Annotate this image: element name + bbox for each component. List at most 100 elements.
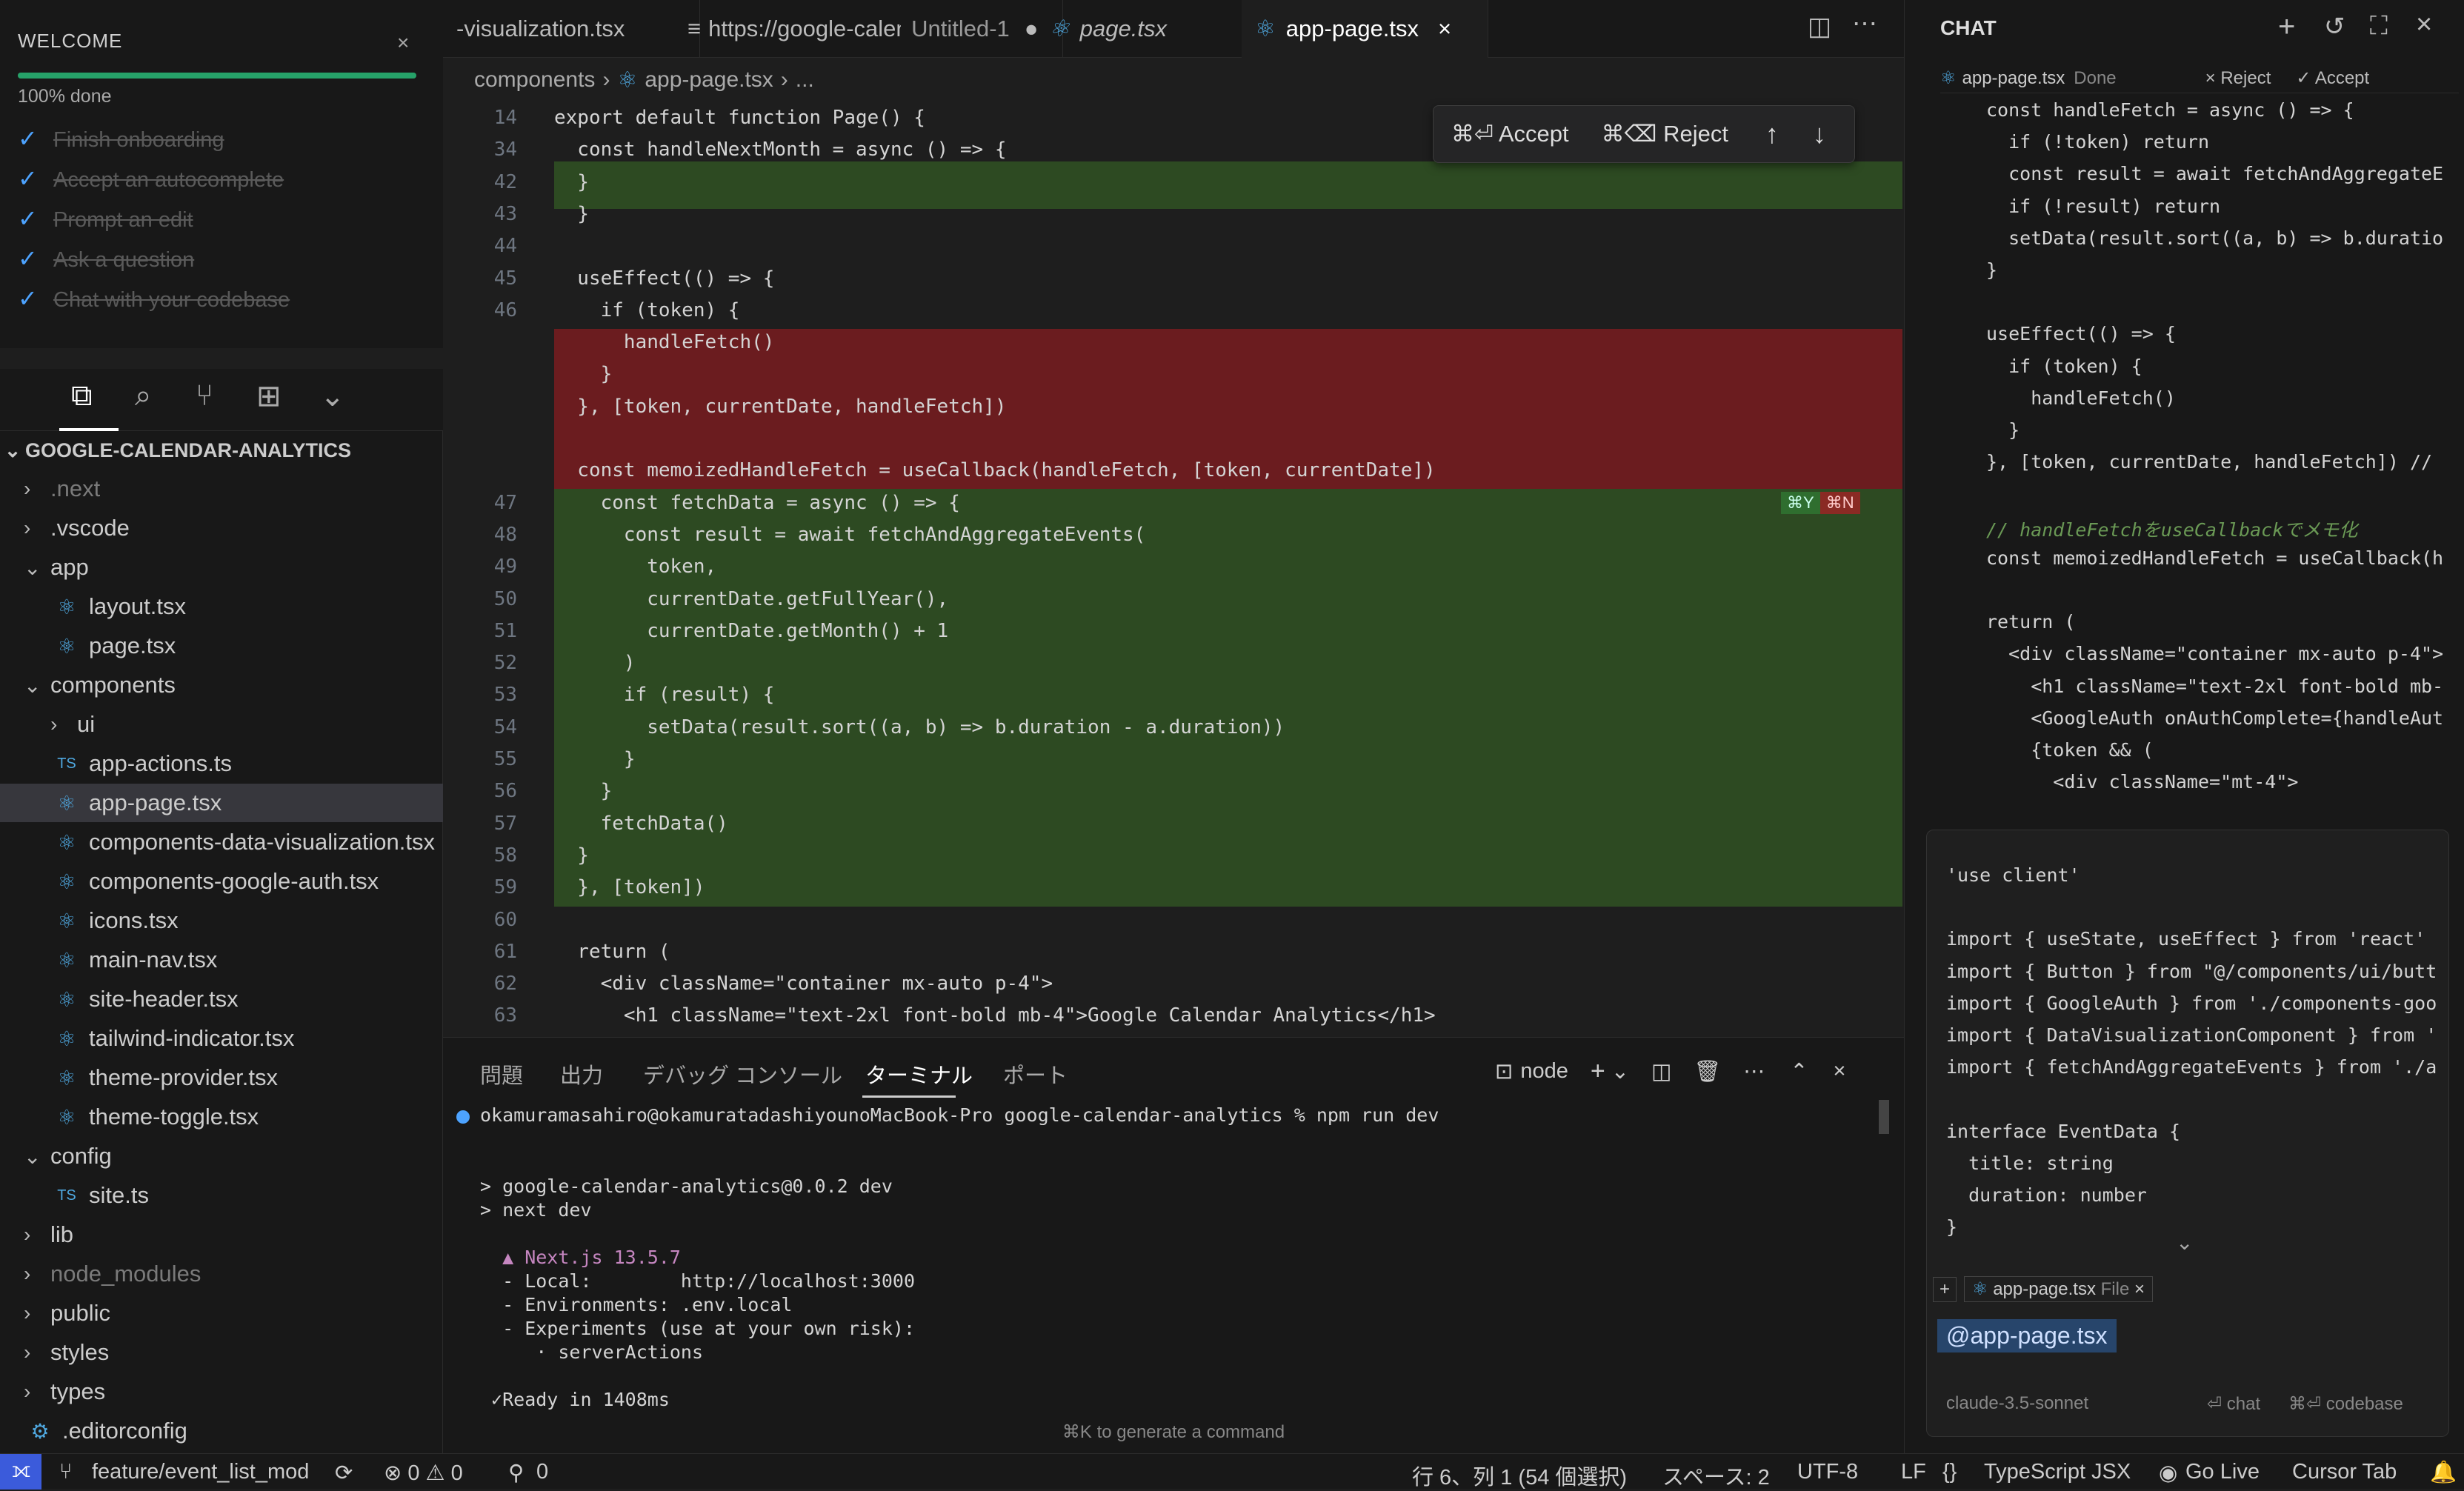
- explorer-root[interactable]: ⌄ GOOGLE-CALENDAR-ANALYTICS: [0, 431, 351, 470]
- source-control-icon[interactable]: ⑂: [196, 379, 213, 413]
- close-icon[interactable]: ×: [2134, 1279, 2145, 1299]
- close-icon[interactable]: ×: [397, 31, 409, 55]
- scrollbar[interactable]: [1879, 1100, 1889, 1134]
- tree-item[interactable]: › types: [0, 1372, 443, 1411]
- welcome-item[interactable]: ✓ Prompt an edit: [18, 204, 193, 244]
- history-icon[interactable]: ↺: [2324, 12, 2345, 41]
- split-icon[interactable]: ◫: [1651, 1058, 1671, 1084]
- send-codebase-button[interactable]: ⌘⏎ codebase: [2288, 1393, 2403, 1415]
- tree-item[interactable]: ⚛ page.tsx: [0, 627, 443, 665]
- maximize-icon[interactable]: ⛶: [2370, 12, 2388, 41]
- tree-item[interactable]: › public: [0, 1294, 443, 1332]
- branch-name[interactable]: feature/event_list_mod: [92, 1460, 309, 1484]
- language-mode[interactable]: TypeScript JSX: [1984, 1460, 2131, 1484]
- accept-line-key[interactable]: ⌘Y: [1781, 492, 1820, 514]
- chat-input-box[interactable]: 'use client' import { useState, useEffect…: [1926, 830, 2449, 1437]
- tree-item[interactable]: ⚛ icons.tsx: [0, 901, 443, 940]
- tab-url[interactable]: ≡ https://google-calendar-analytics-git-…: [674, 0, 1063, 58]
- close-icon[interactable]: ×: [2416, 9, 2432, 41]
- tree-item[interactable]: ⌄ app: [0, 548, 443, 587]
- tree-item[interactable]: ⚛ app-page.tsx: [0, 784, 443, 822]
- reject-line-key[interactable]: ⌘N: [1819, 492, 1860, 514]
- chevron-up-icon[interactable]: ⌃: [1790, 1058, 1808, 1084]
- tree-item[interactable]: ⚛ site-header.tsx: [0, 980, 443, 1018]
- tree-item[interactable]: TS app-actions.ts: [0, 744, 443, 783]
- ports-count[interactable]: 0: [536, 1460, 548, 1484]
- tree-item-label: app: [50, 554, 89, 580]
- plus-icon[interactable]: +: [2278, 10, 2295, 44]
- plus-icon[interactable]: +: [1591, 1057, 1605, 1086]
- tree-item[interactable]: ⚛ main-nav.tsx: [0, 941, 443, 979]
- panel-tab[interactable]: ポート: [1003, 1058, 1068, 1090]
- welcome-item[interactable]: ✓ Finish onboarding: [18, 124, 224, 164]
- tree-item[interactable]: ⚛ theme-toggle.tsx: [0, 1098, 443, 1136]
- tree-item[interactable]: ⌄ config: [0, 1137, 443, 1175]
- close-icon[interactable]: ×: [1438, 16, 1451, 42]
- send-chat-button[interactable]: ⏎ chat: [2207, 1393, 2260, 1415]
- more-icon[interactable]: ⋯: [1743, 1058, 1765, 1084]
- shell-name[interactable]: node: [1520, 1059, 1568, 1084]
- file-chip[interactable]: ⚛ app-page.tsx File ×: [1964, 1276, 2153, 1302]
- cursor-position[interactable]: 行 6、列 1 (54 個選択): [1412, 1460, 1627, 1491]
- tree-item[interactable]: TS site.ts: [0, 1176, 443, 1215]
- files-icon[interactable]: ⧉: [71, 379, 93, 413]
- indent-setting[interactable]: スペース: 2: [1662, 1460, 1770, 1491]
- panel-tab[interactable]: 出力: [560, 1058, 603, 1090]
- trash-icon[interactable]: 🗑: [1694, 1059, 1721, 1084]
- tree-item[interactable]: › .vscode: [0, 509, 443, 547]
- tree-item[interactable]: ⚛ tailwind-indicator.tsx: [0, 1019, 443, 1058]
- typescript-icon: TS: [57, 755, 76, 772]
- welcome-item[interactable]: ✓ Chat with your codebase: [18, 284, 290, 324]
- line-number: 43: [493, 202, 517, 225]
- chevron-down-icon[interactable]: ⌄: [2176, 1230, 2193, 1255]
- sync-icon[interactable]: ⟳: [335, 1460, 353, 1486]
- tree-item[interactable]: › node_modules: [0, 1255, 443, 1293]
- search-icon[interactable]: ⌕: [135, 379, 151, 413]
- panel-tab[interactable]: 問題: [480, 1058, 523, 1090]
- welcome-item[interactable]: ✓ Ask a question: [18, 244, 194, 284]
- tree-item[interactable]: ⌄ components: [0, 666, 443, 704]
- terminal-line: - Environments: .env.local: [480, 1294, 793, 1315]
- panel-tab[interactable]: デバッグ コンソール: [643, 1058, 842, 1090]
- tree-item[interactable]: › styles: [0, 1333, 443, 1372]
- react-icon: ⚛: [57, 909, 76, 933]
- arrow-up-icon[interactable]: ↑: [1765, 119, 1779, 150]
- add-context-button[interactable]: +: [1933, 1276, 1957, 1302]
- go-live-button[interactable]: Go Live: [2185, 1460, 2260, 1484]
- split-editor-icon[interactable]: ◫: [1808, 12, 1831, 41]
- remote-button[interactable]: ⟗: [0, 1454, 41, 1490]
- extensions-icon[interactable]: ⊞: [256, 379, 282, 413]
- encoding[interactable]: UTF-8: [1797, 1460, 1858, 1484]
- cursor-tab-button[interactable]: Cursor Tab: [2292, 1460, 2397, 1484]
- mention-tag[interactable]: @app-page.tsx: [1937, 1319, 2117, 1352]
- tree-item[interactable]: ⚙ .editorconfig: [0, 1412, 443, 1450]
- arrow-down-icon[interactable]: ↓: [1813, 119, 1826, 150]
- panel-tab[interactable]: ターミナル: [865, 1058, 973, 1090]
- tab-visualization[interactable]: -visualization.tsx: [443, 0, 700, 58]
- terminal-line: ▲ Next.js 13.5.7: [480, 1247, 681, 1268]
- tab-app-page[interactable]: ⚛ app-page.tsx ×: [1242, 0, 1488, 58]
- tree-item[interactable]: ⚛ components-data-visualization.tsx: [0, 823, 443, 861]
- more-icon[interactable]: ⋯: [1852, 9, 1877, 39]
- accept-button[interactable]: ⌘⏎ Accept: [1451, 121, 1569, 147]
- reject-button[interactable]: × Reject: [2205, 68, 2271, 89]
- tree-item[interactable]: ⚛ components-google-auth.tsx: [0, 862, 443, 901]
- bell-icon[interactable]: 🔔: [2430, 1460, 2457, 1485]
- tree-item-label: .editorconfig: [62, 1418, 187, 1444]
- reject-button[interactable]: ⌘⌫ Reject: [1602, 121, 1728, 147]
- tree-item[interactable]: ⚛ layout.tsx: [0, 587, 443, 626]
- line-ending[interactable]: LF: [1901, 1460, 1926, 1484]
- code-editor[interactable]: 14 export default function Page() {34 con…: [443, 102, 1904, 1037]
- tree-item[interactable]: ⚛ theme-provider.tsx: [0, 1058, 443, 1097]
- problems-indicator[interactable]: ⊗ 0 ⚠ 0: [384, 1460, 463, 1486]
- tab-page[interactable]: ⚛ page.tsx: [1036, 0, 1269, 58]
- welcome-item[interactable]: ✓ Accept an autocomplete: [18, 164, 284, 204]
- tree-item[interactable]: › ui: [0, 705, 443, 744]
- accept-button[interactable]: ✓ Accept: [2296, 67, 2369, 89]
- chevron-down-icon[interactable]: ⌄: [320, 379, 345, 413]
- chevron-down-icon[interactable]: ⌄: [1611, 1058, 1629, 1084]
- tree-item[interactable]: › .next: [0, 470, 443, 508]
- tree-item[interactable]: › lib: [0, 1215, 443, 1254]
- close-icon[interactable]: ×: [1834, 1059, 1846, 1084]
- model-selector[interactable]: claude-3.5-sonnet: [1946, 1393, 2088, 1414]
